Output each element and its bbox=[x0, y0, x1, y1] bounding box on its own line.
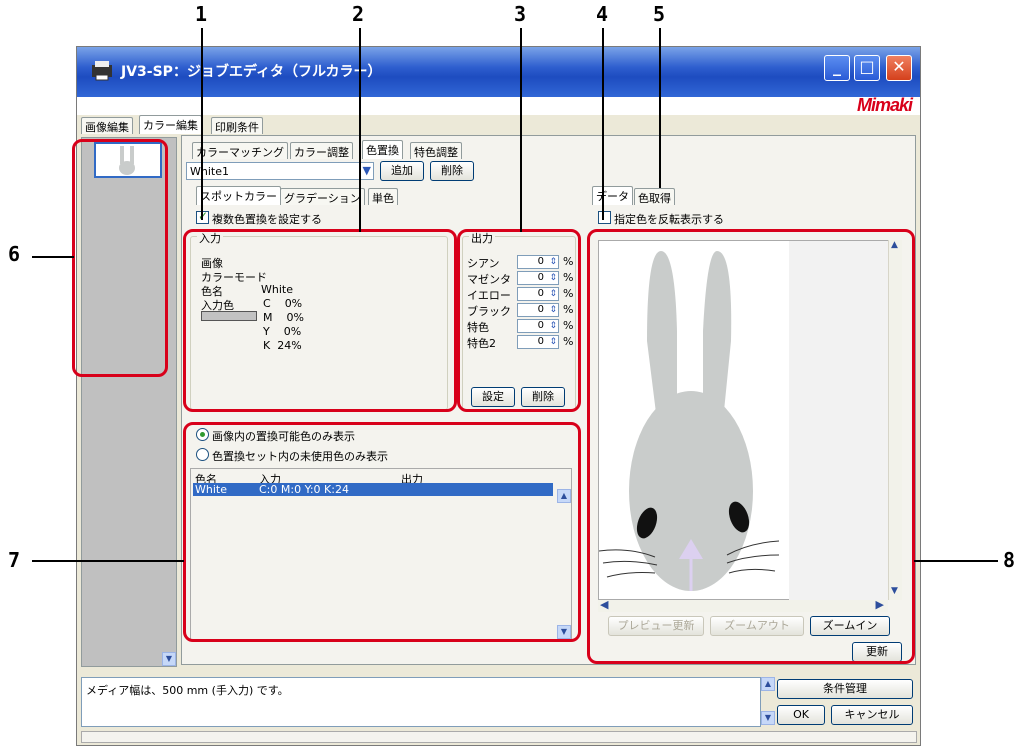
leader-line-4 bbox=[602, 28, 604, 220]
tab-print-conditions[interactable]: 印刷条件 bbox=[211, 117, 263, 134]
add-button[interactable]: 追加 bbox=[380, 161, 424, 181]
maximize-button[interactable]: □ bbox=[854, 55, 880, 81]
status-bar bbox=[81, 731, 917, 743]
highlight-output-area bbox=[457, 229, 581, 412]
tab-spot-color[interactable]: スポットカラー bbox=[196, 186, 281, 205]
tab-color-edit[interactable]: カラー編集 bbox=[139, 115, 202, 134]
delete-set-button[interactable]: 削除 bbox=[430, 161, 474, 181]
cancel-button[interactable]: キャンセル bbox=[831, 705, 913, 725]
callout-7: 7 bbox=[8, 548, 21, 572]
condition-management-button[interactable]: 条件管理 bbox=[777, 679, 913, 699]
ok-button[interactable]: OK bbox=[777, 705, 825, 725]
leader-line-2 bbox=[359, 28, 361, 232]
callout-3: 3 bbox=[514, 2, 527, 26]
tab-color-matching[interactable]: カラーマッチング bbox=[192, 142, 288, 159]
tab-color-adjust[interactable]: カラー調整 bbox=[290, 142, 353, 159]
multi-replace-label: 複数色置換を設定する bbox=[212, 213, 322, 226]
invert-checkbox[interactable] bbox=[598, 211, 611, 224]
tab-color-pick[interactable]: 色取得 bbox=[634, 188, 675, 205]
chevron-down-icon: ▼ bbox=[362, 164, 371, 177]
callout-6: 6 bbox=[8, 242, 21, 266]
callout-8: 8 bbox=[1003, 548, 1016, 572]
checkmark-icon: ✓ bbox=[198, 209, 209, 223]
scroll-up-arrow-icon[interactable]: ▲ bbox=[761, 677, 775, 691]
leader-line-7 bbox=[32, 560, 184, 562]
callout-4: 4 bbox=[596, 2, 609, 26]
tab-image-edit[interactable]: 画像編集 bbox=[81, 117, 133, 134]
title-bar[interactable]: JV3-SP：ジョブエディタ（フルカラー） _ □ ✕ bbox=[77, 47, 920, 97]
brand-bar: Mimaki bbox=[77, 95, 920, 115]
scroll-down-arrow-icon[interactable]: ▼ bbox=[162, 652, 176, 666]
callout-5: 5 bbox=[653, 2, 666, 26]
highlight-preview-area bbox=[587, 229, 915, 664]
tab-data[interactable]: データ bbox=[592, 186, 633, 205]
status-message: メディア幅は、500 mm (手入力) です。 bbox=[81, 677, 761, 727]
highlight-input-area bbox=[183, 229, 457, 412]
invert-label: 指定色を反転表示する bbox=[614, 213, 724, 226]
highlight-thumbnail-area bbox=[72, 139, 168, 377]
tab-gradation[interactable]: グラデーション bbox=[280, 188, 365, 205]
leader-line-3 bbox=[520, 28, 522, 232]
color-set-select[interactable]: White1 ▼ bbox=[186, 162, 374, 180]
callout-2: 2 bbox=[352, 2, 365, 26]
tab-color-replace[interactable]: 色置換 bbox=[362, 140, 403, 159]
callout-1: 1 bbox=[195, 2, 208, 26]
tab-single-color[interactable]: 単色 bbox=[368, 188, 398, 205]
leader-line-5 bbox=[659, 28, 661, 188]
mimaki-logo: Mimaki bbox=[856, 95, 913, 115]
close-button[interactable]: ✕ bbox=[886, 55, 912, 81]
highlight-table-area bbox=[183, 422, 581, 642]
window-title: JV3-SP：ジョブエディタ（フルカラー） bbox=[121, 64, 382, 80]
leader-line-1 bbox=[201, 28, 203, 220]
tab-spot-adjust[interactable]: 特色調整 bbox=[410, 142, 462, 159]
printer-app-icon bbox=[92, 61, 112, 81]
scroll-down-arrow-icon[interactable]: ▼ bbox=[761, 711, 775, 725]
leader-line-8 bbox=[914, 560, 998, 562]
leader-line-6 bbox=[32, 256, 74, 258]
color-set-value: White1 bbox=[190, 165, 229, 178]
minimize-button[interactable]: _ bbox=[824, 55, 850, 81]
